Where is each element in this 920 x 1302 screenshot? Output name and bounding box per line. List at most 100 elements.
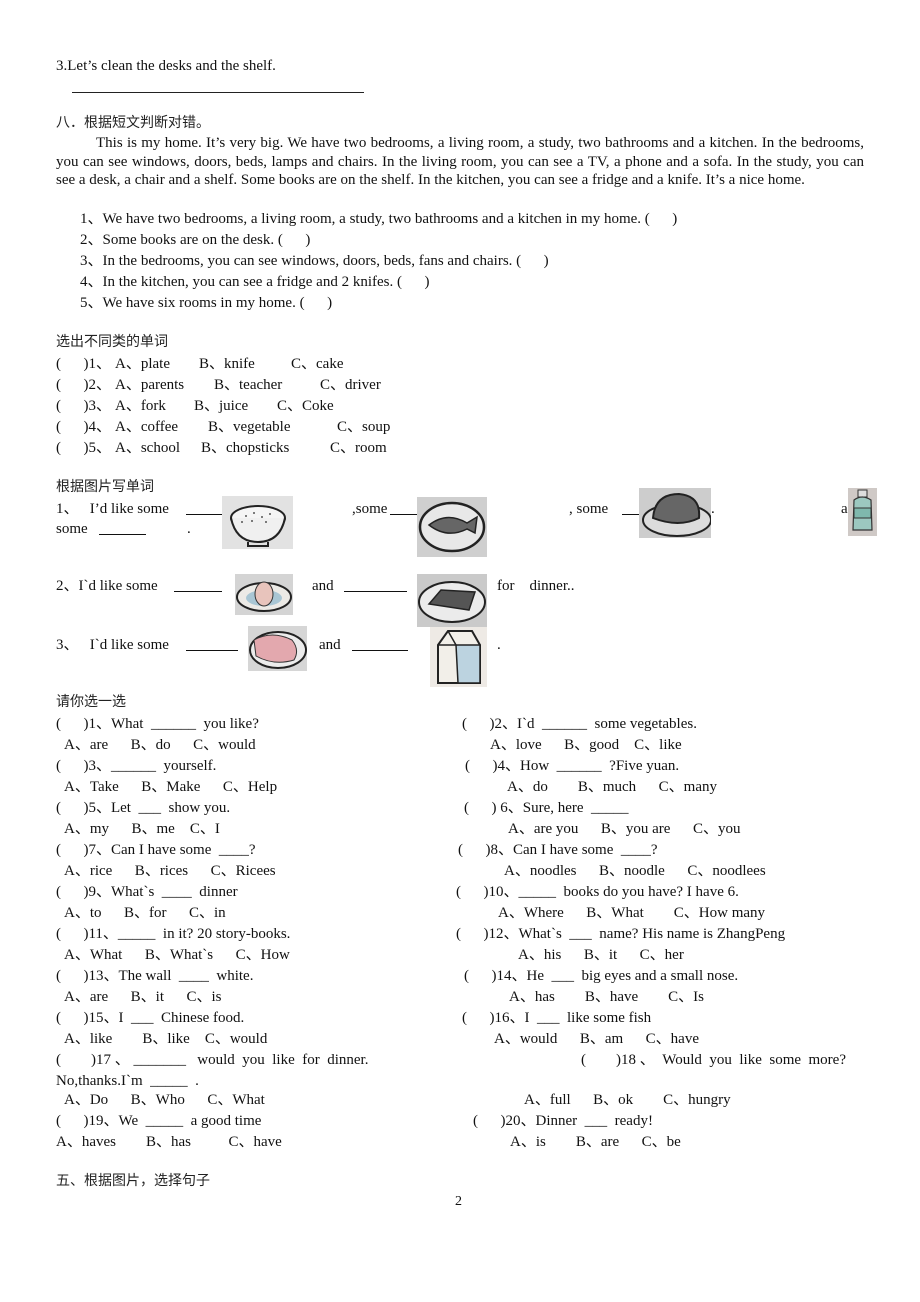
option-a: A、parents: [115, 377, 185, 393]
question-1-options: A、are B、do C、would: [64, 737, 256, 753]
question-6-options: A、are you B、you are C、you: [508, 821, 741, 837]
question-20-options: A、is B、are C、be: [510, 1134, 681, 1150]
option-a: A、coffee: [115, 419, 179, 435]
reading-passage: This is my home. It’s very big. We have …: [56, 134, 864, 190]
answer-line[interactable]: [72, 92, 364, 93]
question-14-options: A、has B、have C、Is: [509, 989, 704, 1005]
question-18-options: A、full B、ok C、hungry: [524, 1092, 731, 1108]
rice-bowl-picture: [222, 496, 293, 549]
option-a: A、fork: [115, 398, 166, 414]
question-8: ( )8、Can I have some ____?: [458, 842, 658, 858]
option-b: B、chopsticks: [201, 440, 290, 456]
q3-lead: 3、 I`d like some: [56, 637, 169, 653]
question-9: ( )9、What`s ____ dinner: [56, 884, 238, 900]
answer-blank[interactable]: [352, 638, 408, 651]
option-c: C、driver: [320, 377, 381, 393]
statement-2: 2、Some books are on the desk. ( ): [80, 232, 311, 248]
milk-carton-picture: [430, 627, 487, 687]
fish-plate-picture: [417, 497, 487, 557]
answer-blank[interactable]: [622, 502, 640, 515]
question-17-line2: No,thanks.I`m _____ .: [56, 1073, 199, 1089]
question-5-options: A、my B、me C、I: [64, 821, 220, 837]
q2-and: and: [312, 578, 334, 594]
statement-4: 4、In the kitchen, you can see a fridge a…: [80, 274, 430, 290]
beef-plate-icon: [417, 574, 487, 627]
water-bottle-picture: [848, 488, 877, 536]
question-10-options: A、Where B、What C、How many: [498, 905, 766, 921]
fish-plate-icon: [417, 497, 487, 557]
question-15-options: A、like B、like C、would: [64, 1031, 268, 1047]
answer-bracket[interactable]: ( )2、: [56, 376, 111, 394]
question-7: ( )7、Can I have some ____?: [56, 842, 256, 858]
option-b: B、teacher: [214, 377, 283, 393]
question-3-options: A、Take B、Make C、Help: [64, 779, 278, 795]
option-b: B、knife: [199, 356, 255, 372]
q2-tail: for dinner..: [497, 578, 575, 594]
question-10: ( )10、_____ books do you have? I have 6.: [456, 884, 739, 900]
option-b: B、juice: [194, 398, 249, 414]
answer-blank[interactable]: [344, 579, 407, 592]
question-12: ( )12、What`s ___ name? His name is Zhang…: [456, 926, 786, 942]
question-9-options: A、to B、for C、in: [64, 905, 226, 921]
question-4-options: A、do B、much C、many: [507, 779, 717, 795]
question-14: ( )14、He ___ big eyes and a small nose.: [464, 968, 739, 984]
q1-end-dot: .: [711, 501, 715, 517]
question-6: ( ) 6、Sure, here _____: [464, 800, 629, 816]
section-8-title: 八．根据短文判断对错。: [56, 115, 210, 131]
option-b: B、vegetable: [208, 419, 291, 435]
question-5: ( )5、Let ___ show you.: [56, 800, 231, 816]
option-c: C、cake: [291, 356, 344, 372]
q3-end: .: [497, 637, 501, 653]
chicken-plate-picture: [639, 488, 711, 538]
odd-one-out-title: 选出不同类的单词: [56, 334, 168, 350]
question-13-options: A、are B、it C、is: [64, 989, 222, 1005]
answer-bracket[interactable]: ( )4、: [56, 418, 111, 436]
question-11: ( )11、_____ in it? 20 story-books.: [56, 926, 291, 942]
answer-blank[interactable]: [99, 522, 146, 535]
question-4: ( )4、How ______ ?Five yuan.: [465, 758, 680, 774]
egg-plate-picture: [235, 574, 293, 615]
question-12-options: A、his B、it C、her: [518, 947, 684, 963]
question-13: ( )13、The wall ____ white.: [56, 968, 254, 984]
previous-question-text: 3.Let’s clean the desks and the shelf.: [56, 58, 276, 74]
milk-carton-icon: [430, 627, 487, 687]
question-16-options: A、would B、am C、have: [494, 1031, 699, 1047]
answer-blank[interactable]: [174, 579, 222, 592]
question-19: ( )19、We _____ a good time: [56, 1113, 262, 1129]
option-c: C、Coke: [277, 398, 334, 414]
option-a: A、plate: [115, 356, 170, 372]
statement-3: 3、In the bedrooms, you can see windows, …: [80, 253, 549, 269]
chicken-plate-icon: [639, 488, 711, 538]
statement-1: 1、We have two bedrooms, a living room, a…: [80, 211, 678, 227]
question-19-options: A、haves B、has C、have: [56, 1134, 282, 1150]
statement-5: 5、We have six rooms in my home. ( ): [80, 295, 333, 311]
rice-bowl-icon: [222, 496, 293, 549]
answer-bracket[interactable]: ( )5、: [56, 439, 111, 457]
question-3: ( )3、______ yourself.: [56, 758, 217, 774]
question-7-options: A、rice B、rices C、Ricees: [64, 863, 276, 879]
answer-blank[interactable]: [390, 502, 418, 515]
answer-bracket[interactable]: ( )1、: [56, 355, 111, 373]
question-20: ( )20、Dinner ___ ready!: [473, 1113, 653, 1129]
q3-and: and: [319, 637, 341, 653]
option-c: C、soup: [337, 419, 391, 435]
water-bottle-icon: [848, 488, 877, 536]
question-18: ( )18 、 Would you like some more?: [581, 1052, 846, 1068]
question-2: ( )2、I`d ______ some vegetables.: [462, 716, 697, 732]
option-a: A、school: [115, 440, 180, 456]
q2-lead: 2、I`d like some: [56, 578, 158, 594]
q1-lead: 1、 I’d like some: [56, 501, 169, 517]
answer-bracket[interactable]: ( )3、: [56, 397, 111, 415]
page-number: 2: [455, 1194, 462, 1209]
egg-plate-icon: [235, 574, 293, 615]
answer-blank[interactable]: [186, 502, 222, 515]
answer-blank[interactable]: [186, 638, 238, 651]
question-2-options: A、love B、good C、like: [490, 737, 682, 753]
ham-plate-picture: [248, 626, 307, 671]
picture-words-title: 根据图片写单词: [56, 479, 154, 495]
section-5-title: 五、根据图片，选择句子: [56, 1173, 210, 1189]
question-1: ( )1、What ______ you like?: [56, 716, 259, 732]
option-c: C、room: [330, 440, 387, 456]
q1-line2-end: .: [187, 521, 191, 537]
question-8-options: A、noodles B、noodle C、noodlees: [504, 863, 766, 879]
